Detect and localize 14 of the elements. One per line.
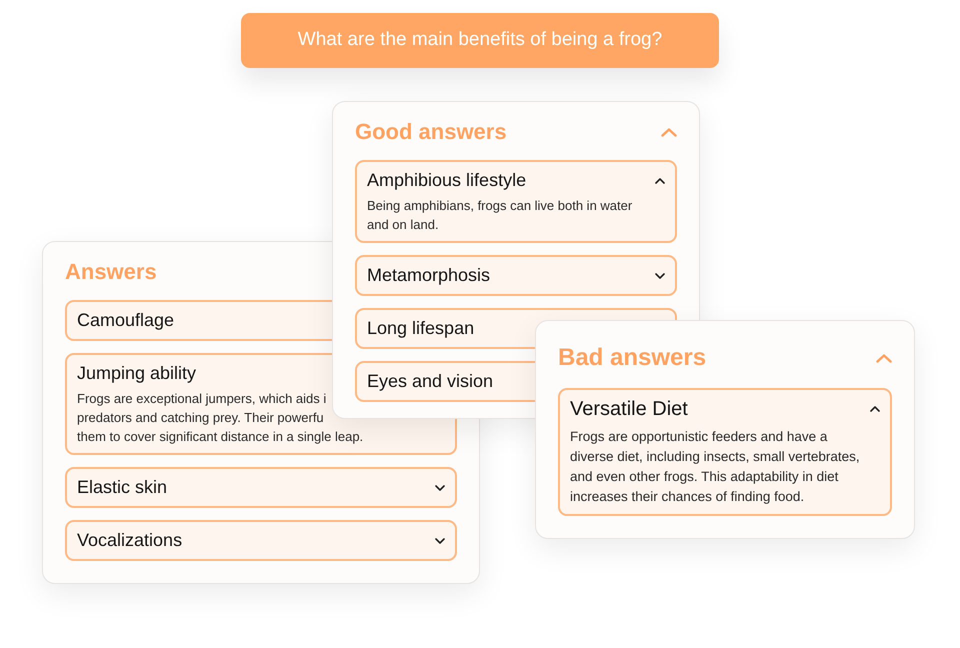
answer-description: Being amphibians, frogs can live both in water and on land. xyxy=(367,197,634,234)
answer-title: Elastic skin xyxy=(77,476,168,499)
answer-description: Frogs are opportunistic feeders and have a diverse diet, including insects, small vertebrates, and even other frogs. This adaptability in diet increases their chances of finding food. xyxy=(570,428,861,506)
answer-title: Vocalizations xyxy=(77,529,182,552)
answer-title: Amphibious lifestyle xyxy=(367,169,526,192)
answer-description-line: Frogs are exceptional jumpers, which aids i xyxy=(77,390,326,408)
answer-title: Metamorphosis xyxy=(367,264,490,287)
answer-description-line: them to cover significant distance in a single leap. xyxy=(77,428,364,446)
question-banner: What are the main benefits of being a frog? xyxy=(241,13,719,68)
panel-title: Good answers xyxy=(355,118,507,146)
answer-description-line: predators and catching prey. Their powerfu xyxy=(77,409,324,427)
panel-title: Answers xyxy=(65,258,157,286)
answer-title: Jumping ability xyxy=(77,362,196,385)
answer-title: Camouflage xyxy=(77,309,174,332)
